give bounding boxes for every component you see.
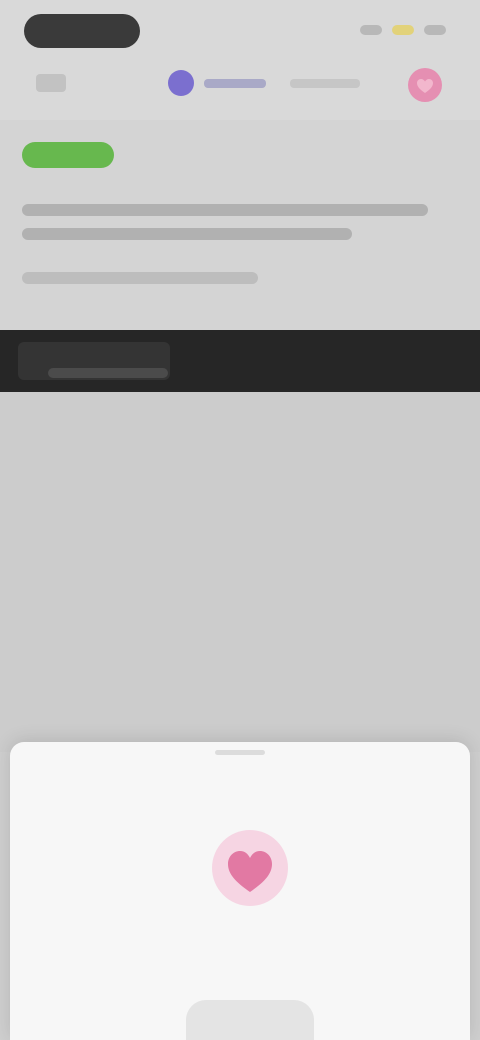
brand-icon (168, 70, 194, 96)
status-indicator (424, 25, 446, 35)
bottom-sheet (10, 742, 470, 1040)
sheet-action-button[interactable] (186, 1000, 314, 1040)
sheet-description (94, 914, 406, 954)
brand-label-placeholder (204, 79, 266, 88)
text-placeholder (22, 272, 258, 284)
text-placeholder (22, 228, 352, 240)
status-indicator (360, 25, 382, 35)
sheet-grabber[interactable] (215, 750, 265, 755)
back-button[interactable] (24, 14, 140, 48)
dark-banner (0, 330, 480, 392)
status-indicators (360, 24, 456, 36)
nav-label-placeholder (290, 79, 360, 88)
text-placeholder (22, 204, 428, 216)
status-indicator (392, 25, 414, 35)
banner-label-placeholder (48, 368, 168, 378)
heart-icon (417, 79, 433, 93)
menu-icon[interactable] (36, 74, 66, 92)
heart-icon (212, 830, 288, 906)
sheet-title (106, 790, 394, 810)
banner-tab[interactable] (18, 342, 170, 380)
status-badge (22, 142, 114, 168)
content-area (0, 392, 480, 752)
top-bar (0, 0, 480, 120)
favorite-button[interactable] (408, 68, 442, 102)
summary-section (0, 120, 480, 330)
screen (0, 0, 480, 1040)
navigation-row (0, 56, 480, 112)
